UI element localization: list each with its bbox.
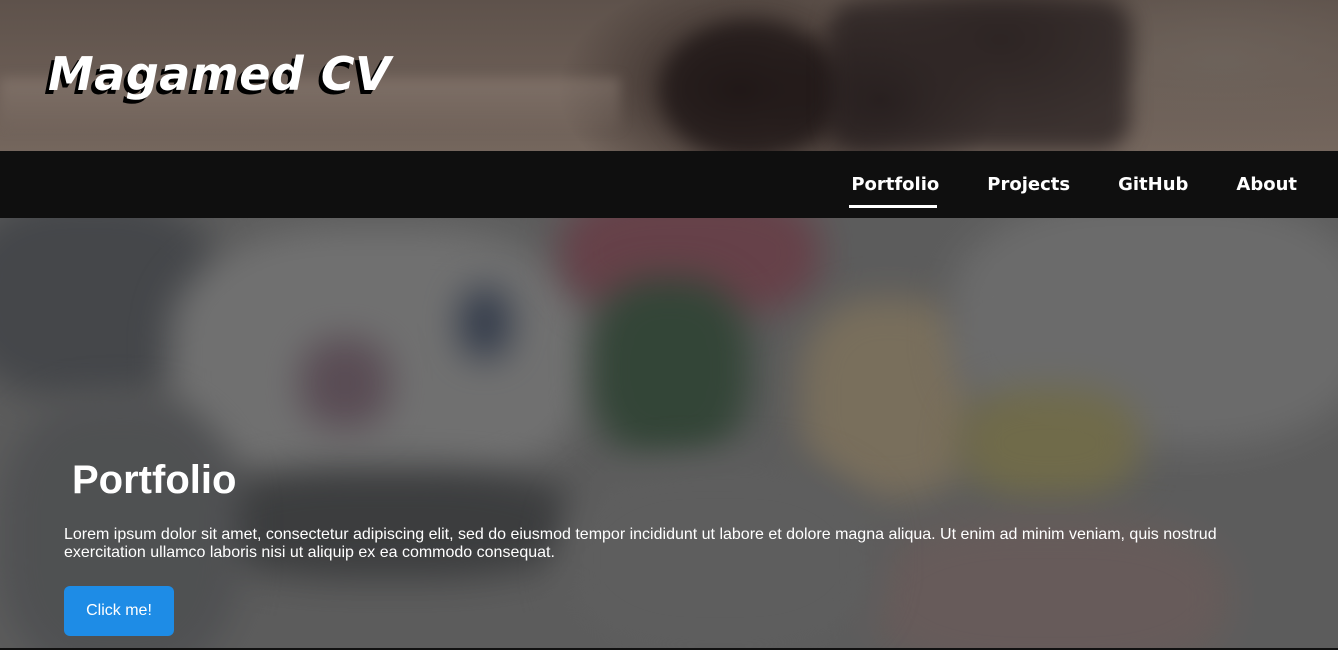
nav-item-projects[interactable]: Projects xyxy=(963,151,1094,218)
site-header: Magamed CV xyxy=(0,0,1338,151)
nav-item-github[interactable]: GitHub xyxy=(1094,151,1212,218)
hero-title: Portfolio xyxy=(72,458,237,502)
page: Magamed CV Portfolio Projects GitHub Abo… xyxy=(0,0,1338,650)
hero-text: Lorem ipsum dolor sit amet, consectetur … xyxy=(64,526,1217,561)
nav-item-about[interactable]: About xyxy=(1212,151,1338,218)
header-background-camera-lens xyxy=(660,20,840,151)
click-me-button[interactable]: Click me! xyxy=(64,586,174,636)
site-title[interactable]: Magamed CV xyxy=(48,44,391,104)
navbar: Portfolio Projects GitHub About xyxy=(0,151,1338,218)
header-background-camera-body xyxy=(830,0,1130,150)
hero-overlay xyxy=(0,218,1338,648)
nav-item-portfolio[interactable]: Portfolio xyxy=(827,151,963,218)
hero-section: Portfolio Lorem ipsum dolor sit amet, co… xyxy=(0,218,1338,648)
nav-list: Portfolio Projects GitHub About xyxy=(827,151,1338,218)
